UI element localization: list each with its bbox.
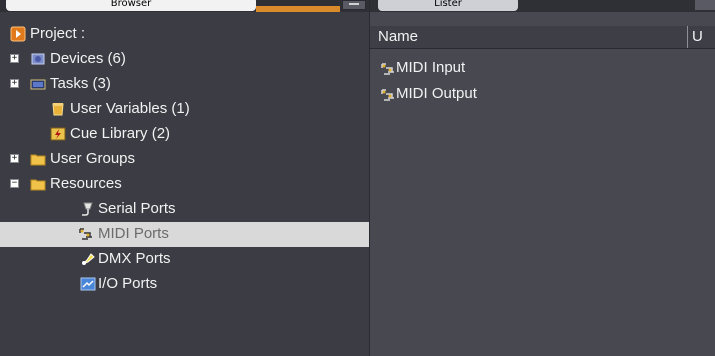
tree-item-label: User Variables (1): [70, 100, 190, 117]
list-header: Name U: [370, 26, 715, 49]
user-variables-icon: [52, 103, 64, 116]
expand-toggle[interactable]: +: [10, 79, 19, 88]
tree-item-label: Project :: [30, 25, 86, 42]
tasks-icon: [30, 79, 46, 90]
tree-item-label: MIDI Ports: [98, 225, 169, 242]
tree-item-label: User Groups: [50, 150, 136, 167]
dmx-port-icon: [82, 253, 95, 265]
tree-item-label: Devices (6): [50, 50, 126, 67]
devices-icon: [31, 53, 45, 65]
tree-item-cue-library[interactable]: Cue Library (2): [0, 122, 369, 147]
lister-tabbar: Lister: [370, 0, 715, 12]
tree-item-dmx-ports[interactable]: DMX Ports: [0, 247, 369, 272]
list-item-label: MIDI Output: [396, 85, 477, 102]
column-header-u[interactable]: U: [692, 28, 703, 45]
tree-item-label: Tasks (3): [50, 75, 111, 92]
list-item-midi-input[interactable]: MIDI Input: [370, 56, 715, 82]
tree-item-user-groups[interactable]: + User Groups: [0, 147, 369, 172]
tree-item-midi-ports[interactable]: MIDI Ports: [0, 222, 369, 247]
folder-icon: [30, 179, 46, 191]
project-icon: [10, 26, 26, 42]
tree-item-devices[interactable]: + Devices (6): [0, 47, 369, 72]
midi-port-icon: [79, 228, 92, 240]
list-item-label: MIDI Input: [396, 59, 466, 76]
minimize-icon: [349, 3, 359, 9]
midi-port-icon: [381, 89, 394, 101]
folder-icon: [30, 154, 46, 166]
tree-item-label: Serial Ports: [98, 200, 176, 217]
column-separator[interactable]: [687, 26, 688, 48]
minimize-button[interactable]: [342, 0, 366, 10]
cue-library-icon: [50, 127, 66, 141]
list-item-midi-output[interactable]: MIDI Output: [370, 82, 715, 108]
browser-tab[interactable]: Browser: [6, 0, 256, 11]
tree-item-label: Resources: [50, 175, 122, 192]
tree-item-resources[interactable]: − Resources: [0, 172, 369, 197]
browser-tab-accent: [256, 6, 340, 12]
column-header-name[interactable]: Name: [378, 28, 418, 45]
lister-tab-control[interactable]: [695, 0, 715, 10]
tree-item-label: DMX Ports: [98, 250, 171, 267]
tree-item-user-variables[interactable]: User Variables (1): [0, 97, 369, 122]
midi-port-icon: [381, 63, 394, 75]
tree-item-tasks[interactable]: + Tasks (3): [0, 72, 369, 97]
serial-port-icon: [82, 202, 93, 216]
app-window: Browser Project : + Devices (6) + Tasks …: [0, 0, 715, 356]
io-port-icon: [80, 277, 96, 291]
lister-pane: Lister Name U MIDI Input MIDI Output: [370, 0, 715, 356]
expand-toggle[interactable]: +: [10, 54, 19, 63]
expand-toggle[interactable]: +: [10, 154, 19, 163]
tree-item-project[interactable]: Project :: [0, 22, 369, 47]
tree-item-serial-ports[interactable]: Serial Ports: [0, 197, 369, 222]
tree-item-io-ports[interactable]: I/O Ports: [0, 272, 369, 297]
lister-tab[interactable]: Lister: [378, 0, 518, 11]
tree-item-label: I/O Ports: [98, 275, 158, 292]
browser-tabbar: Browser: [0, 0, 369, 12]
tree-item-label: Cue Library (2): [70, 125, 171, 142]
browser-pane: Browser Project : + Devices (6) + Tasks …: [0, 0, 370, 356]
collapse-toggle[interactable]: −: [10, 179, 19, 188]
